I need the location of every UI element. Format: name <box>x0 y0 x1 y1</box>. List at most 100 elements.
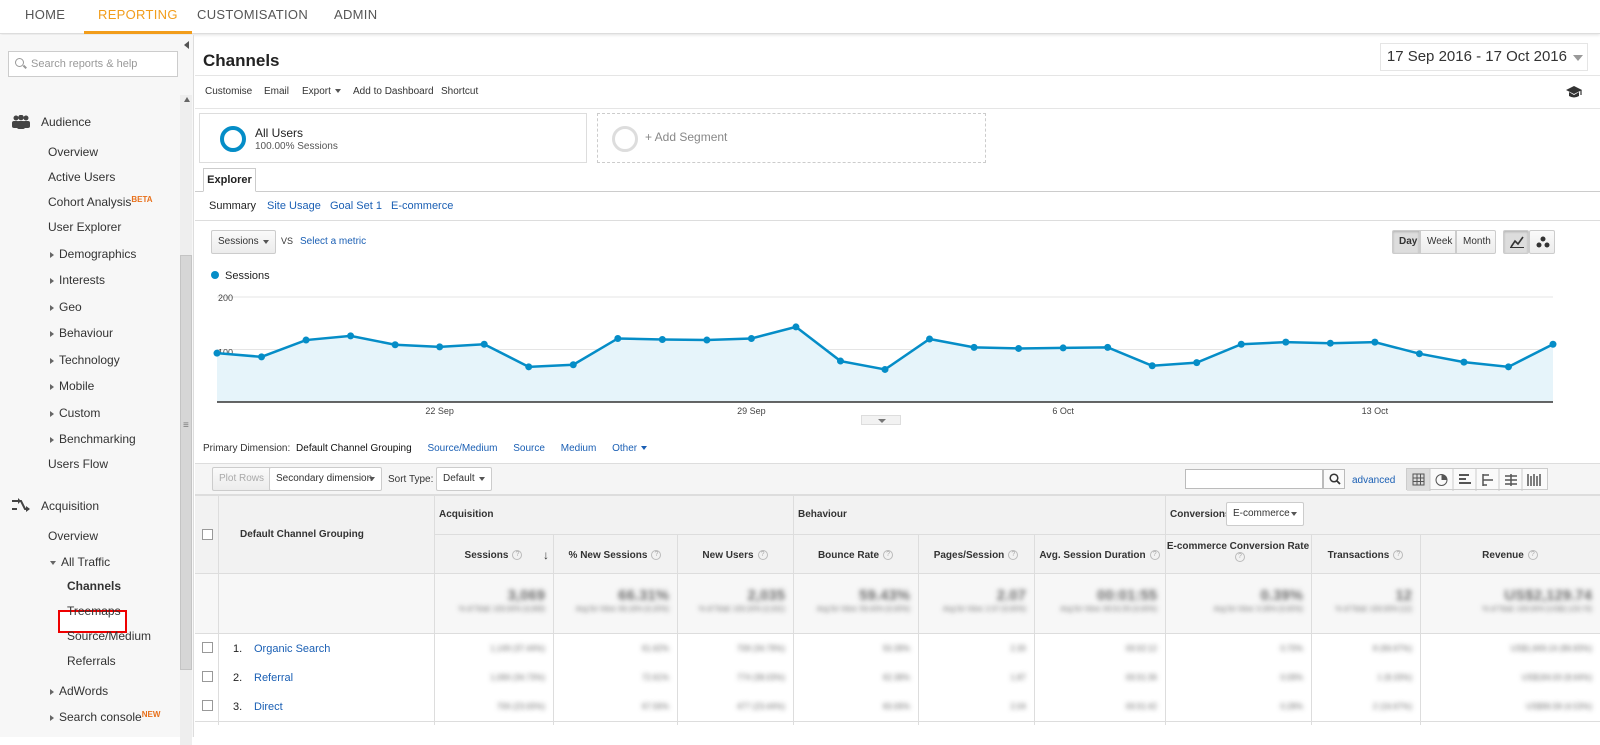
column-header-pages-session[interactable]: Pages/Session? <box>918 550 1034 561</box>
subtab-goal-set-1[interactable]: Goal Set 1 <box>330 200 382 212</box>
help-icon[interactable]: ? <box>512 550 523 561</box>
column-header-transactions[interactable]: Transactions? <box>1311 550 1420 561</box>
help-icon[interactable]: ? <box>1527 550 1538 561</box>
group-acquisition: Acquisition <box>439 509 494 520</box>
tab-explorer[interactable]: Explorer <box>203 168 256 192</box>
sidebar-item-cohort-analysis[interactable]: Cohort AnalysisBETA <box>48 195 153 209</box>
column-divider <box>677 534 678 725</box>
help-icon[interactable]: ? <box>1149 550 1160 561</box>
tab-reporting[interactable]: REPORTING <box>84 0 192 34</box>
search-input[interactable]: Search reports & help <box>8 51 178 77</box>
row-channel-link[interactable]: Organic Search <box>254 643 330 655</box>
month-button[interactable]: Month <box>1456 230 1496 254</box>
column-header-avg-session-duration[interactable]: Avg. Session Duration? <box>1034 550 1165 561</box>
tab-home[interactable]: HOME <box>25 0 65 34</box>
subtab-summary[interactable]: Summary <box>209 200 256 212</box>
column-header-revenue[interactable]: Revenue? <box>1420 550 1600 561</box>
motion-chart-button[interactable] <box>1529 230 1555 254</box>
sidebar-scrollbar[interactable] <box>180 255 192 670</box>
subtab-ecommerce[interactable]: E-commerce <box>391 200 453 212</box>
sessions-point <box>1237 340 1245 348</box>
sidebar-item-interests[interactable]: Interests <box>50 273 105 287</box>
column-header-sessions[interactable]: Sessions? ↓ <box>434 548 553 562</box>
dimension-medium[interactable]: Medium <box>561 443 597 454</box>
sidebar-item-geo[interactable]: Geo <box>50 300 82 314</box>
row-channel-link[interactable]: Direct <box>254 701 283 713</box>
scroll-up-icon[interactable] <box>184 97 190 102</box>
dimension-source-medium[interactable]: Source/Medium <box>427 443 497 454</box>
sidebar-item-technology[interactable]: Technology <box>50 353 120 367</box>
add-segment-button[interactable]: + Add Segment <box>597 113 986 163</box>
column-header-new-users[interactable]: New Users? <box>677 550 793 561</box>
email-button[interactable]: Email <box>264 86 289 97</box>
conversions-select[interactable]: E-commerce <box>1226 502 1304 526</box>
row-checkbox[interactable] <box>202 671 213 682</box>
advanced-filter-link[interactable]: advanced <box>1352 475 1395 486</box>
total-value: US$2,129.74 <box>1504 587 1592 604</box>
sidebar-item-acquisition-overview[interactable]: Overview <box>48 529 98 543</box>
sidebar-item-channels[interactable]: Channels <box>67 579 121 593</box>
sidebar-item-behaviour[interactable]: Behaviour <box>50 326 113 340</box>
add-to-dashboard-button[interactable]: Add to Dashboard <box>353 86 434 97</box>
secondary-dimension-select[interactable]: Secondary dimension <box>269 467 382 491</box>
row-channel-link[interactable]: Referral <box>254 672 293 684</box>
sidebar-item-adwords[interactable]: AdWords <box>50 684 108 698</box>
week-button[interactable]: Week <box>1420 230 1456 254</box>
sidebar-item-search-console[interactable]: Search consoleNEW <box>50 710 160 724</box>
table-search-button[interactable] <box>1323 469 1345 489</box>
line-chart-button[interactable] <box>1503 230 1529 254</box>
sidebar-item-demographics[interactable]: Demographics <box>50 247 136 261</box>
sidebar-item-user-explorer[interactable]: User Explorer <box>48 220 121 234</box>
total-sub: Avg for View: 00:01:55 (0.00%) <box>1060 606 1157 613</box>
customise-button[interactable]: Customise <box>205 86 252 97</box>
column-header--new-sessions[interactable]: % New Sessions? <box>553 550 677 561</box>
sidebar-item-active-users[interactable]: Active Users <box>48 170 115 184</box>
help-icon[interactable]: ? <box>651 550 662 561</box>
row-checkbox[interactable] <box>202 700 213 711</box>
collapse-sidebar-icon[interactable] <box>184 41 189 49</box>
tab-customisation[interactable]: CUSTOMISATION <box>197 0 308 34</box>
sidebar-item-source-medium[interactable]: Source/Medium <box>67 629 151 643</box>
column-header-e-commerce-conversion-rate[interactable]: E-commerce Conversion Rate? <box>1165 541 1311 563</box>
help-icon[interactable]: ? <box>1008 550 1019 561</box>
date-range-selector[interactable]: 17 Sep 2016 - 17 Oct 2016 <box>1379 43 1588 71</box>
sidebar-item-users-flow[interactable]: Users Flow <box>48 457 108 471</box>
tab-admin[interactable]: ADMIN <box>334 0 377 34</box>
sidebar-item-audience-overview[interactable]: Overview <box>48 145 98 159</box>
select-all-checkbox[interactable] <box>202 529 213 540</box>
dimension-source[interactable]: Source <box>513 443 545 454</box>
subtab-site-usage[interactable]: Site Usage <box>267 200 321 212</box>
day-button[interactable]: Day <box>1392 230 1420 254</box>
column-divider <box>1034 534 1035 725</box>
sort-type-select[interactable]: Default <box>436 467 492 491</box>
dimension-other[interactable]: Other <box>612 443 648 454</box>
sidebar-item-all-traffic[interactable]: All Traffic <box>50 555 110 569</box>
select-metric-link[interactable]: Select a metric <box>300 236 366 247</box>
sidebar-audience[interactable]: Audience <box>41 115 91 129</box>
sidebar-item-mobile[interactable]: Mobile <box>50 379 94 393</box>
primary-dimension-current[interactable]: Default Channel Grouping <box>296 443 412 454</box>
sidebar-item-custom[interactable]: Custom <box>50 406 100 420</box>
column-header-bounce-rate[interactable]: Bounce Rate? <box>793 550 918 561</box>
metric-select[interactable]: Sessions <box>211 230 276 254</box>
help-icon[interactable]: ? <box>757 550 768 561</box>
caret-right-icon <box>50 251 54 258</box>
segment-all-users[interactable]: All Users 100.00% Sessions <box>199 113 587 163</box>
graduation-cap-icon[interactable] <box>1566 85 1582 99</box>
plot-rows-button[interactable]: Plot Rows <box>212 467 272 491</box>
line-chart-icon <box>1510 236 1524 248</box>
help-icon[interactable]: ? <box>883 550 894 561</box>
sidebar-acquisition[interactable]: Acquisition <box>41 499 99 513</box>
sidebar-item-treemaps[interactable]: Treemaps <box>67 604 121 618</box>
shortcut-button[interactable]: Shortcut <box>441 86 478 97</box>
export-button[interactable]: Export <box>302 86 341 97</box>
chart-toggle-handle[interactable] <box>861 415 901 425</box>
sidebar-item-benchmarking[interactable]: Benchmarking <box>50 432 136 446</box>
help-icon[interactable]: ? <box>1235 552 1245 563</box>
view-icons <box>1407 469 1541 491</box>
sidebar-item-referrals[interactable]: Referrals <box>67 654 116 668</box>
table-filter-input[interactable] <box>1185 469 1323 489</box>
sidebar-resize-handle-icon[interactable]: ≡ <box>183 420 189 431</box>
row-checkbox[interactable] <box>202 642 213 653</box>
help-icon[interactable]: ? <box>1393 550 1404 561</box>
